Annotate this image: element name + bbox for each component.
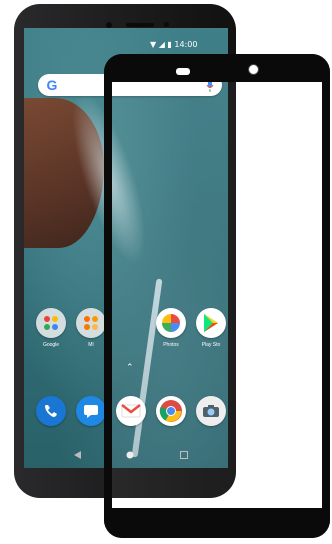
product-photo: ▼ ◢ ▮ 14:00 G Google MI Photos Play Sto … [0, 0, 332, 544]
back-icon [74, 446, 82, 464]
earpiece-speaker [126, 23, 154, 27]
wifi-icon: ▼ [150, 40, 157, 49]
sensor [164, 22, 169, 27]
battery-icon: ▮ [167, 40, 172, 49]
status-time: 14:00 [174, 40, 198, 49]
app-label: Google [42, 342, 60, 348]
camera-cutout [248, 64, 259, 75]
google-folder-icon [36, 308, 66, 338]
google-logo-icon: G [46, 77, 58, 93]
signal-icon: ◢ [158, 40, 165, 49]
messages-icon [76, 396, 106, 426]
mi-folder-icon [76, 308, 106, 338]
phone-app-icon [36, 396, 66, 426]
status-bar: ▼ ◢ ▮ 14:00 [150, 40, 197, 52]
screen-protector-frame [104, 54, 330, 538]
speaker-cutout [176, 68, 190, 75]
